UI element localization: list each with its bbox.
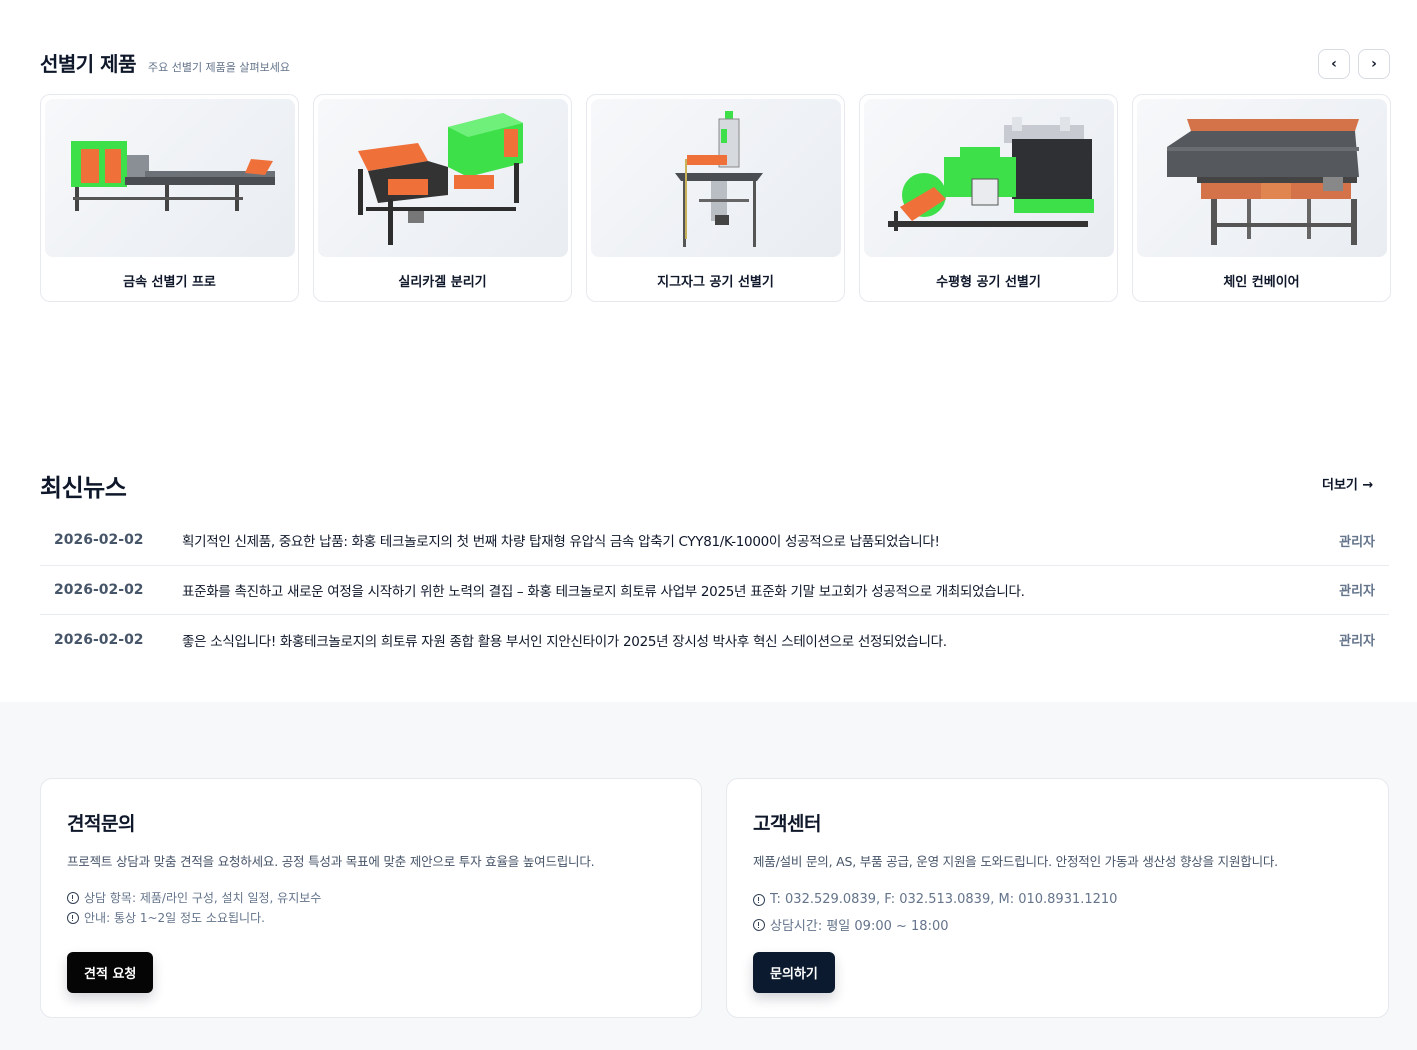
product-card[interactable]: 실리카겔 분리기	[313, 94, 572, 302]
product-card[interactable]: 지그자그 공기 선별기	[586, 94, 845, 302]
product-card[interactable]: 금속 선별기 프로	[40, 94, 299, 302]
products-title: 선별기 제품	[40, 52, 136, 76]
product-card[interactable]: 체인 컨베이어	[1132, 94, 1391, 302]
product-image-horizontal-air-separator	[864, 99, 1114, 257]
support-title: 고객센터	[753, 813, 821, 835]
news-date: 2026-02-02	[54, 581, 144, 598]
product-image-zigzag-air-separator	[591, 99, 841, 257]
quote-info-item: 상담 항목: 제품/라인 구성, 설치 일정, 유지보수	[67, 889, 321, 906]
info-icon	[67, 891, 79, 904]
news-author: 관리자	[1339, 634, 1375, 650]
support-phone-text: T: 032.529.0839, F: 032.513.0839, M: 010…	[770, 892, 1118, 907]
info-icon	[67, 911, 79, 924]
chevron-left-icon: ‹	[1331, 56, 1337, 72]
support-description: 제품/설비 문의, AS, 부품 공급, 운영 지원을 도와드립니다. 안정적인…	[753, 854, 1278, 869]
product-name: 실리카겔 분리기	[398, 275, 487, 290]
news-headline[interactable]: 좋은 소식입니다! 화홍테크놀로지의 희토류 자원 종합 활용 부서인 지안신타…	[182, 630, 1319, 650]
product-name: 수평형 공기 선별기	[936, 275, 1041, 290]
quote-title: 견적문의	[67, 813, 135, 835]
info-icon	[753, 893, 765, 906]
news-headline[interactable]: 획기적인 신제품, 중요한 납품: 화홍 테크놀로지의 첫 번째 차량 탑재형 …	[182, 530, 1319, 550]
contact-button[interactable]: 문의하기	[753, 952, 835, 993]
quote-info-item: 안내: 통상 1~2일 정도 소요됩니다.	[67, 909, 265, 926]
quote-panel: 견적문의 프로젝트 상담과 맞춤 견적을 요청하세요. 공정 특성과 목표에 맞…	[40, 778, 702, 1018]
product-image-metal-separator	[45, 99, 295, 257]
support-info-item: T: 032.529.0839, F: 032.513.0839, M: 010…	[753, 892, 1117, 907]
support-info-item: 상담시간: 평일 09:00 ~ 18:00	[753, 915, 949, 934]
news-headline[interactable]: 표준화를 촉진하고 새로운 여정을 시작하기 위한 노력의 결집 – 화홍 테크…	[182, 580, 1319, 600]
product-carousel: 금속 선별기 프로 실리카겔 분리기 지그자그 공기 선별기 수평형 공기 선별…	[40, 94, 1391, 302]
news-item[interactable]: 2026-02-02 획기적인 신제품, 중요한 납품: 화홍 테크놀로지의 첫…	[40, 516, 1389, 566]
news-date: 2026-02-02	[54, 532, 144, 549]
chevron-right-icon: ›	[1371, 56, 1377, 72]
quote-request-button[interactable]: 견적 요청	[67, 952, 154, 993]
news-author: 관리자	[1339, 534, 1375, 550]
products-subtitle: 주요 선별기 제품을 살펴보세요	[147, 61, 291, 74]
support-hours-text: 상담시간: 평일 09:00 ~ 18:00	[770, 919, 949, 934]
quote-description: 프로젝트 상담과 맞춤 견적을 요청하세요. 공정 특성과 목표에 맞춘 제안으…	[67, 854, 595, 869]
product-name: 금속 선별기 프로	[123, 275, 216, 290]
news-author: 관리자	[1339, 584, 1375, 600]
products-header: 선별기 제품 주요 선별기 제품을 살펴보세요	[40, 48, 290, 77]
news-more-link[interactable]: 더보기 →	[1322, 474, 1373, 493]
product-image-silica-gel-separator	[318, 99, 568, 257]
news-list: 2026-02-02 획기적인 신제품, 중요한 납품: 화홍 테크놀로지의 첫…	[40, 516, 1389, 665]
info-icon	[753, 918, 765, 931]
quote-info-text: 상담 항목: 제품/라인 구성, 설치 일정, 유지보수	[84, 891, 322, 905]
contact-section: 견적문의 프로젝트 상담과 맞춤 견적을 요청하세요. 공정 특성과 목표에 맞…	[0, 702, 1417, 1050]
news-title: 최신뉴스	[40, 474, 127, 502]
support-panel: 고객센터 제품/설비 문의, AS, 부품 공급, 운영 지원을 도와드립니다.…	[726, 778, 1389, 1018]
news-date: 2026-02-02	[54, 631, 144, 648]
product-name: 체인 컨베이어	[1223, 275, 1300, 290]
product-name: 지그자그 공기 선별기	[657, 275, 774, 290]
carousel-prev-button[interactable]: ‹	[1318, 49, 1350, 79]
products-section: 선별기 제품 주요 선별기 제품을 살펴보세요 ‹ › 금속 선별기 프로 실리…	[0, 0, 1417, 320]
carousel-next-button[interactable]: ›	[1358, 49, 1390, 79]
quote-info-text: 안내: 통상 1~2일 정도 소요됩니다.	[84, 911, 265, 925]
news-item[interactable]: 2026-02-02 좋은 소식입니다! 화홍테크놀로지의 희토류 자원 종합 …	[40, 615, 1389, 665]
news-item[interactable]: 2026-02-02 표준화를 촉진하고 새로운 여정을 시작하기 위한 노력의…	[40, 566, 1389, 615]
product-card[interactable]: 수평형 공기 선별기	[859, 94, 1118, 302]
product-image-chain-conveyor	[1137, 99, 1387, 257]
